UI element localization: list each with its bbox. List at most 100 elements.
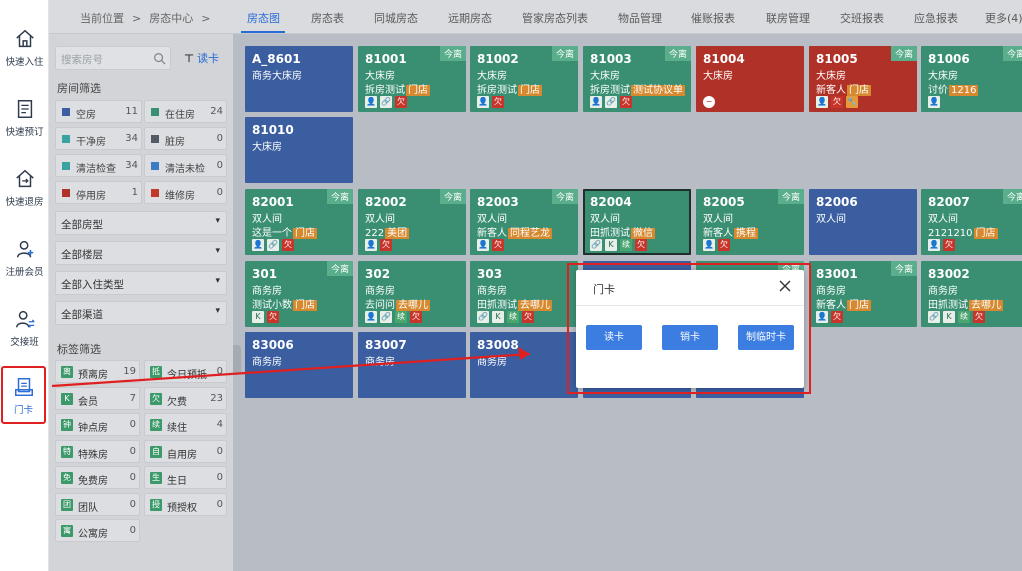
room-card[interactable]: 82004 双人间 田抓测试 微信 🔗 K 续欠 — [583, 189, 691, 255]
room-type: 商务房 — [477, 357, 507, 368]
tag-filter-item[interactable]: 免免费房 0 — [55, 466, 140, 489]
room-type-dropdown[interactable]: 全部房型 ▾ — [55, 211, 227, 235]
room-card[interactable]: 82006 双人间 — [809, 189, 917, 255]
room-number: 82003 — [477, 195, 519, 209]
status-swatch — [62, 189, 70, 197]
search-icon[interactable] — [153, 52, 166, 65]
room-card[interactable]: 81010 大床房 — [245, 117, 353, 183]
room-card[interactable]: A_8601 商务大床房 — [245, 46, 353, 112]
room-card[interactable]: 81005 大床房 今离 新客人 门店 👤 欠 🔧 — [809, 46, 917, 112]
room-card[interactable]: 81001 大床房 今离 拆房测试 门店 👤 🔗 欠 — [358, 46, 466, 112]
nav-quick-checkout[interactable]: 快速退房 — [0, 168, 49, 230]
tab-item-management[interactable]: 物品管理 — [618, 10, 662, 26]
tab-city-room-status[interactable]: 同城房态 — [374, 10, 418, 26]
tab-emergency-report[interactable]: 应急报表 — [914, 10, 958, 26]
room-type: 大床房 — [703, 71, 733, 82]
room-number: 82004 — [590, 195, 632, 209]
arrears-icon: 欠 — [267, 311, 279, 323]
read-card-button[interactable]: ⊤ 读卡 — [184, 50, 219, 66]
tab-room-status-map[interactable]: 房态图 — [247, 10, 280, 26]
tag-filter-item[interactable]: 抵今日预抵 0 — [144, 360, 227, 383]
room-type: 双人间 — [477, 214, 507, 225]
room-filter-item[interactable]: 清洁未检 0 — [144, 154, 227, 177]
room-card[interactable]: 303 商务房 田抓测试 去哪儿 🔗 K 续欠 — [470, 261, 578, 327]
room-card[interactable]: 302 商务房 去问问 去哪儿 👤 🔗 续欠 — [358, 261, 466, 327]
guest-name: 拆房测试 — [477, 85, 517, 96]
room-card[interactable]: 82005 双人间 今离 新客人 携程 👤 欠 — [696, 189, 804, 255]
room-filter-item[interactable]: 维修房 0 — [144, 181, 227, 204]
nav-quick-booking[interactable]: 快速预订 — [0, 98, 49, 160]
guest-name: 新客人 — [816, 300, 846, 311]
channel-dropdown[interactable]: 全部渠道 ▾ — [55, 301, 227, 325]
guest-info: 去问问 去哪儿 — [365, 296, 430, 311]
dropdown-value: 全部楼层 — [61, 249, 103, 261]
guest-name: 测试小数 — [252, 300, 292, 311]
tag-label: 钟点房 — [78, 423, 108, 434]
tag-filter-item[interactable]: 寓公寓房 0 — [55, 519, 140, 542]
tag-filter-item[interactable]: 授预授权 0 — [144, 492, 227, 516]
tag-filter-item[interactable]: K 会员 7 — [55, 386, 140, 410]
room-card[interactable]: 81004 大床房 − — [696, 46, 804, 112]
tab-shift-report[interactable]: 交班报表 — [840, 10, 884, 26]
room-search-input[interactable]: 搜索房号 — [55, 46, 171, 70]
tag-label: 今日预抵 — [167, 370, 207, 381]
tag-filter-item[interactable]: 团团队 0 — [55, 492, 140, 516]
tab-future-room-status[interactable]: 远期房态 — [448, 10, 492, 26]
tag-filter-item[interactable]: 续续住 4 — [144, 413, 227, 436]
room-number: 81006 — [928, 52, 970, 66]
tag-filter-item[interactable]: 生生日 0 — [144, 466, 227, 489]
room-card[interactable]: 301 商务房 今离 测试小数 门店 K 欠 — [245, 261, 353, 327]
nav-register-member[interactable]: 注册会员 — [0, 238, 49, 300]
arrears-icon: 欠 — [522, 311, 534, 323]
tag-filter-item[interactable]: 特特殊房 0 — [55, 439, 140, 463]
tab-room-status-table[interactable]: 房态表 — [311, 10, 344, 26]
tag-icon: 免 — [61, 472, 73, 484]
tab-housekeeping-list[interactable]: 管家房态列表 — [522, 10, 588, 26]
nav-quick-checkin[interactable]: 快速入住 — [0, 28, 49, 90]
room-card[interactable]: 82003 双人间 今离 新客人 同程艺龙 👤 欠 — [470, 189, 578, 255]
room-number: 83002 — [928, 267, 970, 281]
tab-dunning-report[interactable]: 催账报表 — [691, 10, 735, 26]
sidebar-collapse-handle[interactable] — [233, 345, 241, 375]
room-card[interactable]: 83006 商务房 — [245, 332, 353, 398]
room-filter-item[interactable]: 停用房 1 — [55, 181, 142, 204]
room-tags: 🔗 K 续欠 — [477, 311, 537, 323]
room-tags: 👤 欠 — [477, 96, 507, 108]
room-type: 双人间 — [928, 214, 958, 225]
tag-filter-item[interactable]: 欠欠费 23 — [144, 386, 227, 410]
room-card[interactable]: 83002 商务房 田抓测试 去哪儿 🔗 K 续欠 — [921, 261, 1022, 327]
breadcrumb-separator: > — [132, 12, 142, 25]
room-filter-item[interactable]: 清洁检查 34 — [55, 154, 142, 177]
breadcrumb-current[interactable]: 房态中心 — [149, 12, 193, 25]
room-filter-item[interactable]: 干净房 34 — [55, 127, 142, 150]
room-filter-item[interactable]: 脏房 0 — [144, 127, 227, 150]
checkin-type-dropdown[interactable]: 全部入住类型 ▾ — [55, 271, 227, 295]
room-type: 双人间 — [365, 214, 395, 225]
room-card[interactable]: 81003 大床房 今离 拆房测试 测试协议单 👤 🔗 欠 — [583, 46, 691, 112]
nav-shift-handover[interactable]: 交接班 — [0, 308, 49, 370]
floor-dropdown[interactable]: 全部楼层 ▾ — [55, 241, 227, 265]
tag-label: 自用房 — [167, 449, 197, 461]
room-card[interactable]: 81006 大床房 今离 讨价 1216 👤 — [921, 46, 1022, 112]
tab-more[interactable]: 更多(4) — [985, 10, 1022, 26]
room-tags: 🔗 K 续欠 — [928, 311, 988, 323]
room-card[interactable]: 81002 大床房 今离 拆房测试 门店 👤 欠 — [470, 46, 578, 112]
room-card[interactable]: 83001 商务房 今离 新客人 门店 👤 欠 — [809, 261, 917, 327]
room-filter-item[interactable]: 在住房 24 — [144, 100, 227, 123]
room-card[interactable]: 82007 双人间 今离 2121210 门店 👤 欠 — [921, 189, 1022, 255]
tag-filter-item[interactable]: 自自用房 0 — [144, 439, 227, 463]
guest-info: 新客人 门店 — [816, 81, 871, 96]
room-card[interactable]: 82002 双人间 今离 222 美团 👤 欠 — [358, 189, 466, 255]
tag-count: 0 — [129, 419, 136, 430]
room-card[interactable]: 83008 商务房 — [470, 332, 578, 398]
tab-linked-rooms[interactable]: 联房管理 — [766, 10, 810, 26]
nav-door-card[interactable]: 门卡 — [1, 366, 46, 424]
tag-filter-item[interactable]: 钟钟点房 0 — [55, 413, 140, 436]
room-type: 双人间 — [703, 214, 733, 225]
tag-filter-item[interactable]: 离预离房 19 — [55, 360, 140, 383]
room-card[interactable]: 82001 双人间 今离 这是一个 门店 👤 🔗 欠 — [245, 189, 353, 255]
status-swatch — [62, 108, 70, 116]
tag-label: 特殊房 — [78, 449, 108, 461]
room-card[interactable]: 83007 商务房 — [358, 332, 466, 398]
room-filter-item[interactable]: 空房 11 — [55, 100, 142, 123]
